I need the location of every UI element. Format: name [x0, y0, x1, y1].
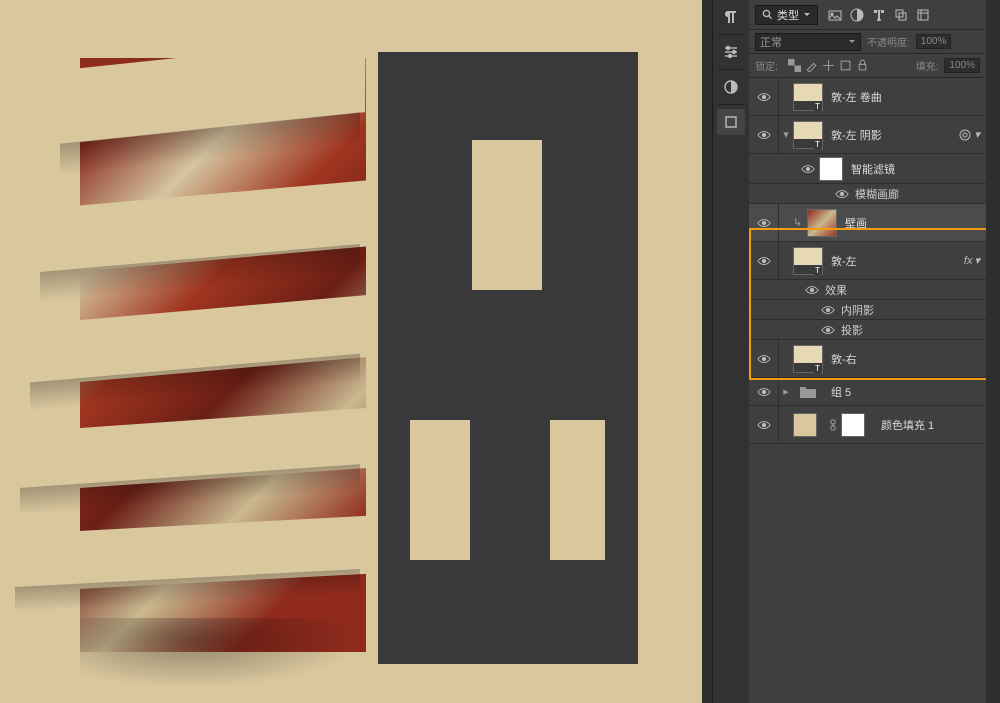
- filter-label: 类型: [777, 7, 799, 23]
- effect-item-row[interactable]: 内阴影: [749, 300, 986, 320]
- styles-panel-icon[interactable]: [717, 74, 745, 100]
- blend-opacity-row: 正常 不透明度: 100%: [749, 30, 986, 54]
- layers-panel: 类型 正常 不透明度: 100% 锁定: 填充: 100%: [749, 0, 986, 703]
- layer-thumbnail[interactable]: [807, 209, 837, 237]
- layer-name[interactable]: 敦-左 卷曲: [831, 89, 882, 105]
- layer-name[interactable]: 敦-右: [831, 351, 857, 367]
- visibility-toggle-icon[interactable]: [757, 218, 771, 228]
- lock-artboard-icon[interactable]: [839, 59, 852, 72]
- blend-mode-select[interactable]: 正常: [755, 33, 861, 51]
- filter-mask-thumbnail[interactable]: [819, 157, 843, 181]
- filter-smartobj-icon[interactable]: [916, 8, 930, 22]
- layer-name[interactable]: 组 5: [831, 384, 851, 400]
- layer-thumbnail[interactable]: [793, 345, 823, 373]
- visibility-toggle-icon[interactable]: [821, 325, 835, 335]
- layer-row[interactable]: ▾ 敦-左 阴影 ▾: [749, 116, 986, 154]
- layer-row[interactable]: 敦-左 fx ▾: [749, 242, 986, 280]
- canvas-area[interactable]: [0, 0, 702, 703]
- layer-filter-select[interactable]: 类型: [755, 5, 818, 25]
- visibility-toggle-icon[interactable]: [757, 420, 771, 430]
- fx-indicator[interactable]: fx ▾: [964, 254, 980, 267]
- layer-row[interactable]: ↳ 壁画: [749, 204, 986, 242]
- visibility-toggle-icon[interactable]: [757, 256, 771, 266]
- link-icon: [829, 419, 837, 431]
- layer-thumbnail[interactable]: [793, 247, 823, 275]
- opacity-value[interactable]: 100%: [916, 34, 952, 49]
- filter-adjust-icon[interactable]: [850, 8, 864, 22]
- layer-group-row[interactable]: ▸ 组 5: [749, 378, 986, 406]
- layer-name[interactable]: 敦-左: [831, 253, 857, 269]
- visibility-toggle-icon[interactable]: [757, 130, 771, 140]
- expand-arrow-icon[interactable]: ▾: [779, 128, 793, 141]
- filter-item-row[interactable]: 模糊画廊: [749, 184, 986, 204]
- visibility-toggle-icon[interactable]: [757, 92, 771, 102]
- fill-label: 填充:: [916, 58, 939, 73]
- blend-mode-value: 正常: [760, 34, 782, 50]
- effects-label: 效果: [825, 282, 847, 298]
- panel-divider[interactable]: [702, 0, 713, 703]
- layer-row[interactable]: 敦-右: [749, 340, 986, 378]
- layers-list: 敦-左 卷曲 ▾ 敦-左 阴影 ▾ 智能滤镜 模糊画廊 ↳ 壁画: [749, 78, 986, 703]
- effect-item-row[interactable]: 投影: [749, 320, 986, 340]
- fill-value[interactable]: 100%: [944, 58, 980, 73]
- layer-name[interactable]: 敦-左 阴影: [831, 127, 882, 143]
- opacity-label: 不透明度:: [867, 34, 910, 49]
- visibility-toggle-icon[interactable]: [805, 285, 819, 295]
- effect-name: 投影: [841, 322, 863, 338]
- lock-transparency-icon[interactable]: [788, 59, 801, 72]
- expand-arrow-icon[interactable]: ▸: [779, 385, 793, 398]
- filter-pixel-icon[interactable]: [828, 8, 842, 22]
- lock-all-icon[interactable]: [856, 59, 869, 72]
- lock-fill-row: 锁定: 填充: 100%: [749, 54, 986, 78]
- layer-name[interactable]: 壁画: [845, 215, 867, 231]
- visibility-toggle-icon[interactable]: [801, 164, 815, 174]
- effect-name: 内阴影: [841, 302, 874, 318]
- smart-filter-icon[interactable]: ▾: [958, 128, 980, 142]
- visibility-toggle-icon[interactable]: [835, 189, 849, 199]
- layer-row[interactable]: 敦-左 卷曲: [749, 78, 986, 116]
- adjustments-panel-icon[interactable]: [717, 39, 745, 65]
- mini-tool-strip: [713, 0, 749, 703]
- fill-thumbnail[interactable]: [793, 413, 817, 437]
- lock-label: 锁定:: [755, 58, 778, 73]
- clip-mask-icon: ↳: [793, 216, 805, 229]
- paragraph-panel-icon[interactable]: [717, 4, 745, 30]
- folder-icon: [793, 378, 823, 406]
- filter-shape-icon[interactable]: [894, 8, 908, 22]
- layers-panel-header: 类型: [749, 0, 986, 30]
- lock-paint-icon[interactable]: [805, 59, 818, 72]
- visibility-toggle-icon[interactable]: [821, 305, 835, 315]
- layer-row[interactable]: 颜色填充 1: [749, 406, 986, 444]
- filter-name: 模糊画廊: [855, 186, 899, 202]
- effects-header-row[interactable]: 效果: [749, 280, 986, 300]
- smart-filter-row[interactable]: 智能滤镜: [749, 154, 986, 184]
- layer-name[interactable]: 颜色填充 1: [881, 417, 934, 433]
- mask-thumbnail[interactable]: [841, 413, 865, 437]
- vertical-scrollbar[interactable]: [986, 0, 1000, 703]
- layers-panel-icon[interactable]: [717, 109, 745, 135]
- layer-thumbnail[interactable]: [793, 121, 823, 149]
- lock-position-icon[interactable]: [822, 59, 835, 72]
- smart-filter-label: 智能滤镜: [851, 161, 895, 177]
- layer-thumbnail[interactable]: [793, 83, 823, 111]
- filter-type-icon[interactable]: [872, 8, 886, 22]
- visibility-toggle-icon[interactable]: [757, 387, 771, 397]
- visibility-toggle-icon[interactable]: [757, 354, 771, 364]
